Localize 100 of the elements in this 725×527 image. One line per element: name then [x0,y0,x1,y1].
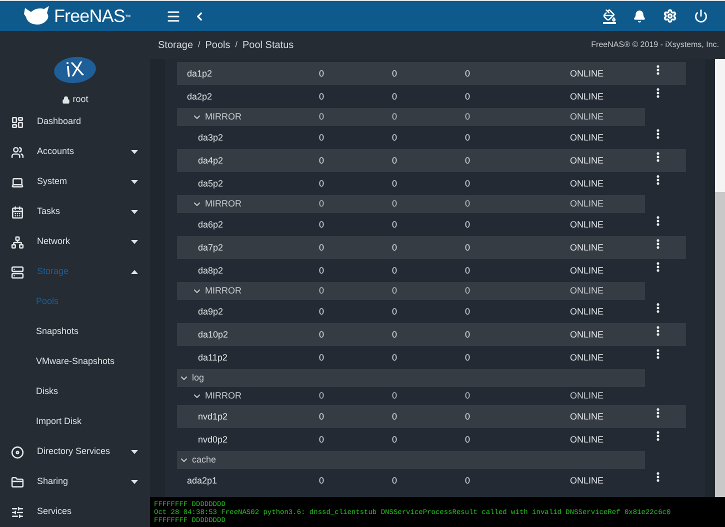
read-count: 0 [319,66,324,80]
write-count: 0 [392,90,398,103]
write-count: 0 [392,197,398,210]
breadcrumb-current: Pool Status [242,38,294,52]
menu-icon[interactable] [166,8,181,24]
checksum-count: 0 [465,350,470,364]
breadcrumb-link[interactable]: Storage [158,38,194,52]
checksum-count: 0 [465,90,470,103]
read-count: 0 [319,328,324,341]
disk-name: da8p2 [198,264,224,278]
disk-name: nvd1p2 [198,410,228,424]
write-count: 0 [392,432,398,446]
write-count: 0 [392,240,398,254]
read-count: 0 [319,90,324,103]
brand-name: FreeNAS$^{™}$ [54,4,130,28]
checksum-count: 0 [465,154,470,167]
checksum-count: 0 [465,176,470,190]
breadcrumb-link[interactable]: Pools [205,38,230,52]
write-count: 0 [392,110,398,124]
checksum-count: 0 [465,410,470,423]
disk-name: da5p2 [198,176,224,190]
status-text: ONLINE [570,130,604,144]
status-text: ONLINE [570,284,604,298]
checksum-count: 0 [465,304,470,318]
disk-name: nvd0p2 [198,432,228,446]
write-count: 0 [392,130,398,144]
paint-bucket-icon[interactable] [603,8,616,24]
settings-icon[interactable] [663,9,677,23]
read-count: 0 [319,110,324,124]
write-count: 0 [392,410,398,423]
vdev-name: log [192,371,204,384]
read-count: 0 [319,410,324,423]
status-text: ONLINE [570,328,604,341]
read-count: 0 [319,176,324,190]
read-count: 0 [319,432,324,446]
nav-item[interactable]: Accounts [0,137,150,167]
read-count: 0 [319,130,324,144]
read-count: 0 [319,197,324,210]
vdev-name: MIRROR [205,284,242,298]
disk-name: da1p2 [187,66,212,80]
status-text: ONLINE [570,154,604,167]
disk-name: da4p2 [198,154,224,168]
vdev-name: MIRROR [205,110,242,124]
nav-item[interactable]: System [0,167,150,197]
power-icon[interactable] [694,9,708,23]
nav-subitem[interactable]: Snapshots [0,317,150,347]
status-text: ONLINE [570,176,604,190]
dashboard-icon [11,116,24,128]
checksum-count: 0 [465,218,470,231]
checksum-count: 0 [465,130,470,144]
nav-subitem[interactable]: VMware-Snapshots [0,347,150,377]
status-text: ONLINE [570,218,604,231]
copyright-text: FreeNAS® © 2019 - iXsystems, Inc. [591,39,719,51]
status-text: ONLINE [570,350,604,364]
write-count: 0 [392,154,398,167]
write-count: 0 [392,66,398,80]
calendar-icon [11,206,24,218]
nav-item[interactable]: Tasks [0,197,150,227]
lock-icon [62,96,70,104]
disk-name: da9p2 [198,304,224,318]
write-count: 0 [392,350,398,364]
status-text: ONLINE [570,90,604,103]
checksum-count: 0 [465,264,470,277]
nav-item[interactable]: Sharing [0,467,150,497]
read-count: 0 [319,389,324,402]
read-count: 0 [319,350,324,364]
read-count: 0 [319,304,324,318]
disk-name: da11p2 [198,350,228,364]
network-icon [11,236,24,248]
write-count: 0 [392,304,398,318]
users-icon [11,146,24,158]
nav-subitem[interactable]: Disks [0,377,150,407]
read-count: 0 [319,240,324,254]
checksum-count: 0 [465,110,470,124]
vdev-name: MIRROR [205,197,242,210]
nav-item[interactable]: Directory Services [0,437,150,467]
nav-subitem[interactable]: Import Disk [0,407,150,437]
notifications-bell-icon[interactable] [633,10,646,22]
vdev-name: MIRROR [205,389,242,402]
status-text: ONLINE [570,66,604,80]
disc-icon [11,446,24,458]
disk-name: da7p2 [198,240,224,254]
write-count: 0 [392,389,398,402]
checksum-count: 0 [465,474,470,487]
read-count: 0 [319,284,324,298]
status-text: ONLINE [570,110,604,124]
disk-name: da2p2 [187,90,212,104]
checksum-count: 0 [465,432,470,446]
server-icon [11,266,24,278]
checksum-count: 0 [465,328,470,341]
nav-item[interactable]: Services [0,497,150,527]
write-count: 0 [392,218,398,231]
nav-item[interactable]: Dashboard [0,107,150,137]
username: root [72,93,88,106]
disk-name: ada2p1 [187,474,218,488]
nav-item[interactable]: Network [0,227,150,257]
read-count: 0 [319,474,324,487]
checksum-count: 0 [465,284,470,298]
ix-logo: iX [52,54,98,86]
disk-name: da10p2 [198,328,228,342]
